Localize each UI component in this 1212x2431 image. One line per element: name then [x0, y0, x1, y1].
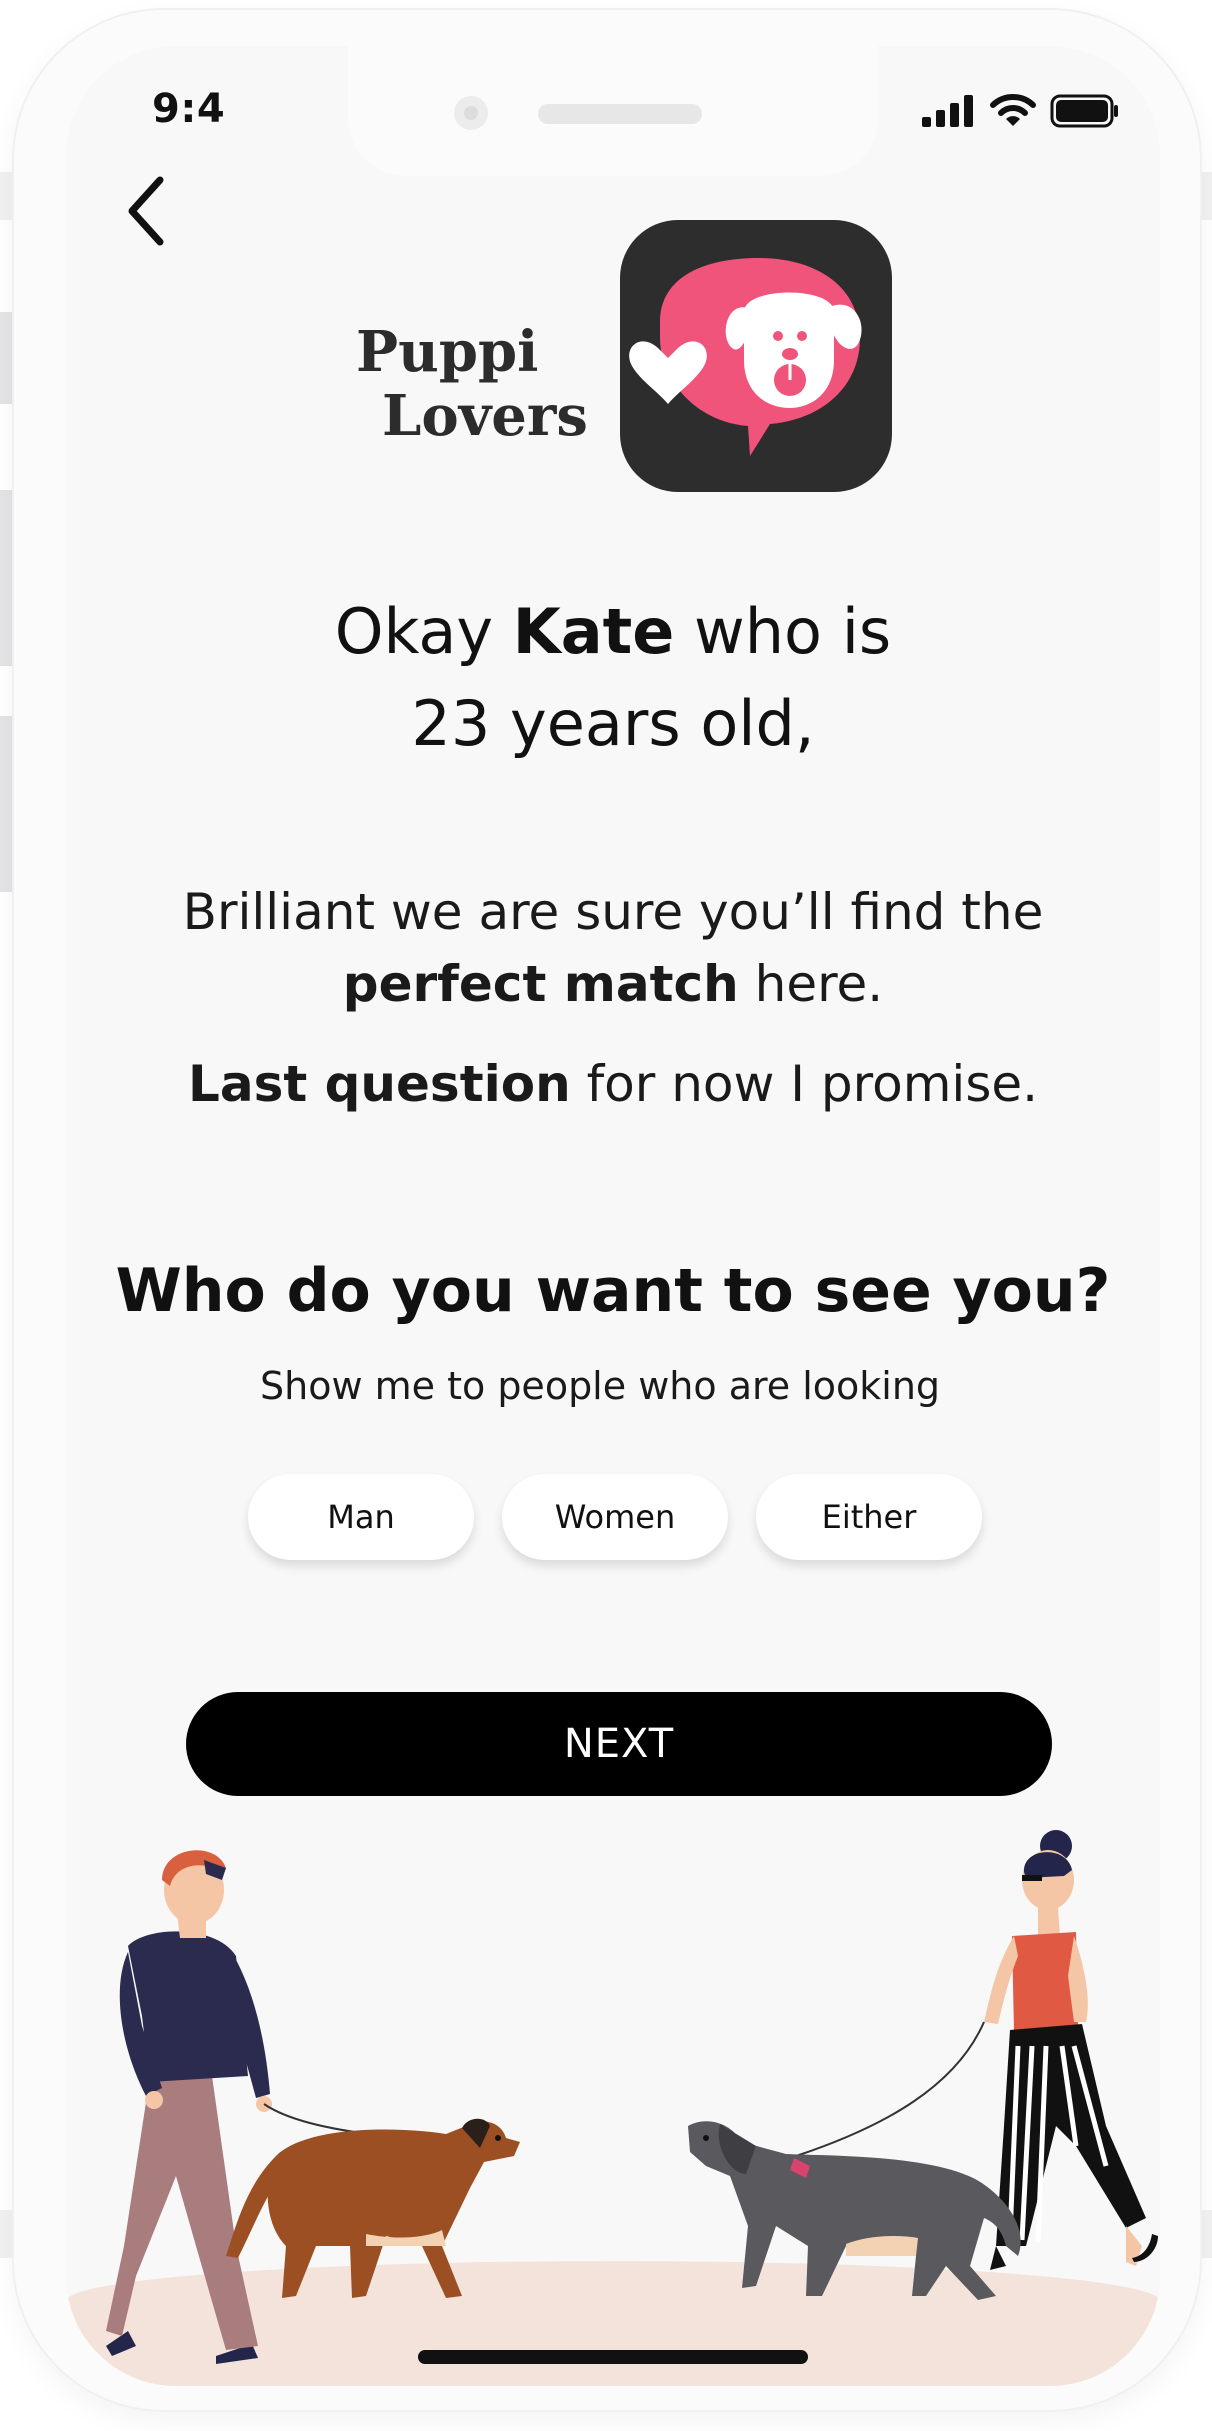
signal-icon [922, 95, 973, 127]
headline-prefix: Okay [334, 595, 513, 668]
intro-bold2: perfect match [342, 955, 739, 1013]
app-icon [620, 220, 892, 492]
next-button[interactable]: NEXT [186, 1692, 1052, 1796]
logo-line1: Puppi [356, 319, 539, 385]
back-button[interactable] [114, 166, 184, 256]
wifi-icon [990, 94, 1036, 126]
headline-suffix: who is [674, 595, 892, 668]
chevron-left-icon [128, 176, 164, 246]
status-time: 9:4 [152, 86, 226, 132]
intro-rest3: for now I promise. [570, 1055, 1039, 1113]
question-subtitle: Show me to people who are looking [260, 1364, 941, 1408]
home-indicator[interactable] [418, 2350, 808, 2364]
dog-heart-icon [629, 258, 862, 456]
gender-options: Man Women Either [248, 1474, 982, 1560]
battery-icon [1050, 94, 1118, 128]
intro-text: Brilliant we are sure you’ll find the pe… [66, 876, 1160, 1020]
headline: Okay Kate who is 23 years old, [66, 586, 1160, 770]
intro-bold3: Last question [187, 1055, 571, 1113]
woman-figure [984, 1830, 1158, 2270]
intro-line1: Brilliant we are sure you’ll find the [182, 883, 1044, 941]
man-figure [106, 1850, 272, 2364]
intro-text-last: Last question for now I promise. [66, 1048, 1160, 1120]
intro-rest2: here. [738, 955, 884, 1013]
app-screen: 9:4 Puppi Lovers Okay Kate who is 23 yea… [66, 46, 1160, 2386]
option-women-button[interactable]: Women [502, 1474, 728, 1560]
logo-wordmark: Puppi Lovers [356, 320, 588, 448]
speaker-grille [538, 104, 702, 124]
camera-icon [454, 96, 488, 130]
option-either-button[interactable]: Either [756, 1474, 982, 1560]
user-age-line: 23 years old, [411, 687, 815, 760]
status-icons [922, 94, 1120, 128]
logo-line2: Lovers [382, 383, 588, 449]
people-walking-dogs-illustration [106, 1830, 1158, 2364]
user-name: Kate [512, 595, 675, 668]
option-man-button[interactable]: Man [248, 1474, 474, 1560]
notch [348, 46, 878, 176]
app-logo: Puppi Lovers [356, 220, 896, 496]
grey-dog-figure [688, 2121, 1021, 2300]
brown-dog-figure [226, 2118, 520, 2298]
question-title: Who do you want to see you? [115, 1256, 1111, 1326]
